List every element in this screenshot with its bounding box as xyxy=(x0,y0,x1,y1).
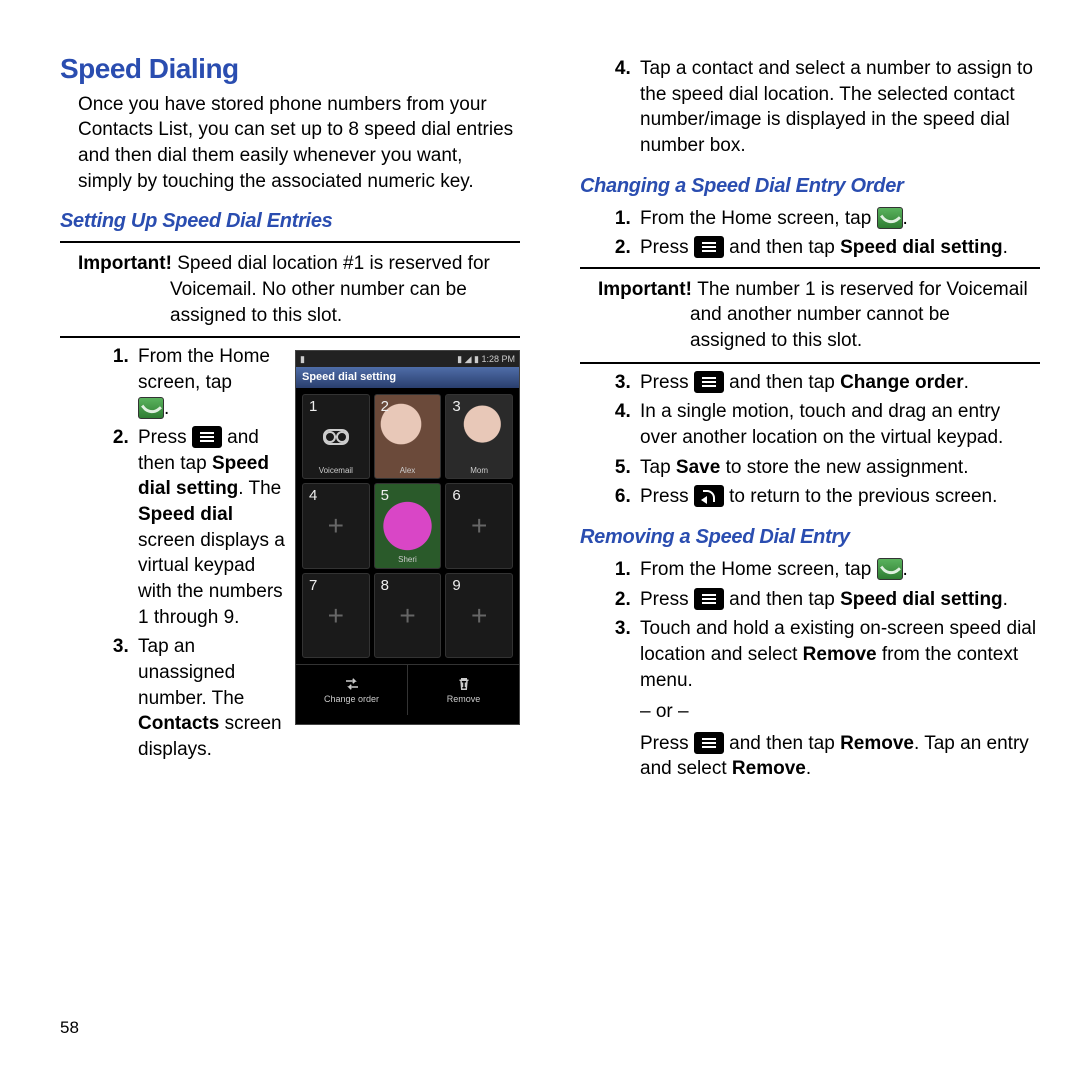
signal-icon: ▮ ◢ ▮ xyxy=(457,354,479,364)
or-separator: – or – xyxy=(640,699,1040,725)
important-note-2: Important! The number 1 is reserved for … xyxy=(598,277,1040,354)
trash-icon xyxy=(455,675,473,693)
cell-7[interactable]: 7+ xyxy=(302,573,370,658)
setup-steps-cont: Tap a contact and select a number to ass… xyxy=(580,56,1040,159)
step-4: Tap a contact and select a number to ass… xyxy=(636,56,1040,159)
plus-icon: + xyxy=(471,597,487,635)
important-note-1: Important! Speed dial location #1 is res… xyxy=(78,251,520,328)
sub-change: Changing a Speed Dial Entry Order xyxy=(580,173,1040,200)
sub-setting: Setting Up Speed Dial Entries xyxy=(60,208,520,235)
status-time: 1:28 PM xyxy=(481,354,515,364)
remove-button[interactable]: Remove xyxy=(408,665,519,715)
menu-icon xyxy=(694,236,724,258)
remove-steps: From the Home screen, tap . Press and th… xyxy=(580,557,1040,782)
important-line: assigned to this slot. xyxy=(170,303,520,329)
change-steps: From the Home screen, tap . Press and th… xyxy=(580,206,1040,261)
phone-icon xyxy=(877,207,903,229)
rstep-2: Press and then tap Speed dial setting. xyxy=(636,587,1040,613)
status-left: ▮ xyxy=(300,353,305,365)
change-order-icon xyxy=(343,675,361,693)
plus-icon: + xyxy=(399,597,415,635)
cstep-2: Press and then tap Speed dial setting. xyxy=(636,235,1040,261)
cstep-6: Press to return to the previous screen. xyxy=(636,484,1040,510)
cell-6[interactable]: 6+ xyxy=(445,483,513,568)
page-title: Speed Dialing xyxy=(60,50,520,88)
sub-remove: Removing a Speed Dial Entry xyxy=(580,524,1040,551)
change-order-button[interactable]: Change order xyxy=(296,665,408,715)
cell-1-voicemail[interactable]: 1Voicemail xyxy=(302,394,370,479)
page-number: 58 xyxy=(60,1018,79,1038)
rstep-1: From the Home screen, tap . xyxy=(636,557,1040,583)
cstep-1: From the Home screen, tap . xyxy=(636,206,1040,232)
important-label: Important! xyxy=(78,253,177,274)
voicemail-icon xyxy=(323,429,349,445)
menu-icon xyxy=(694,371,724,393)
cell-9[interactable]: 9+ xyxy=(445,573,513,658)
screenshot-title: Speed dial setting xyxy=(296,367,519,388)
divider xyxy=(60,241,520,243)
cell-4[interactable]: 4+ xyxy=(302,483,370,568)
phone-icon xyxy=(138,397,164,419)
cstep-4: In a single motion, touch and drag an en… xyxy=(636,399,1040,450)
important-line: Voicemail. No other number can be xyxy=(170,277,520,303)
important-line: Speed dial location #1 is reserved for xyxy=(177,253,490,274)
speed-dial-screenshot: ▮ ▮ ◢ ▮ 1:28 PM Speed dial setting 1Voic… xyxy=(295,350,520,725)
menu-icon xyxy=(192,426,222,448)
plus-icon: + xyxy=(471,507,487,545)
cell-5[interactable]: 5Sheri xyxy=(374,483,442,568)
menu-icon xyxy=(694,732,724,754)
menu-icon xyxy=(694,588,724,610)
cstep-5: Tap Save to store the new assignment. xyxy=(636,455,1040,481)
plus-icon: + xyxy=(328,597,344,635)
cstep-3: Press and then tap Change order. xyxy=(636,370,1040,396)
divider xyxy=(580,267,1040,269)
plus-icon: + xyxy=(328,507,344,545)
intro-text: Once you have stored phone numbers from … xyxy=(78,92,520,195)
phone-icon xyxy=(877,558,903,580)
cell-3[interactable]: 3Mom xyxy=(445,394,513,479)
cell-2[interactable]: 2Alex xyxy=(374,394,442,479)
divider xyxy=(580,362,1040,364)
divider xyxy=(60,336,520,338)
change-steps-cont: Press and then tap Change order. In a si… xyxy=(580,370,1040,510)
back-icon xyxy=(694,485,724,507)
rstep-3: Touch and hold a existing on-screen spee… xyxy=(636,616,1040,782)
cell-8[interactable]: 8+ xyxy=(374,573,442,658)
